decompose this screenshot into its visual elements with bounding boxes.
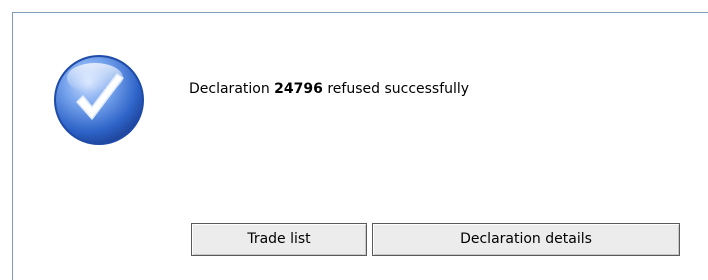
checkmark-success-icon bbox=[54, 55, 144, 145]
confirmation-panel: Declaration 24796 refused successfully T… bbox=[12, 12, 708, 280]
trade-list-button[interactable]: Trade list bbox=[191, 223, 367, 256]
declaration-details-button[interactable]: Declaration details bbox=[372, 223, 680, 256]
declaration-number: 24796 bbox=[274, 81, 323, 97]
message-suffix: refused successfully bbox=[322, 81, 470, 97]
status-message: Declaration 24796 refused successfully bbox=[189, 81, 469, 97]
message-prefix: Declaration bbox=[189, 81, 275, 97]
